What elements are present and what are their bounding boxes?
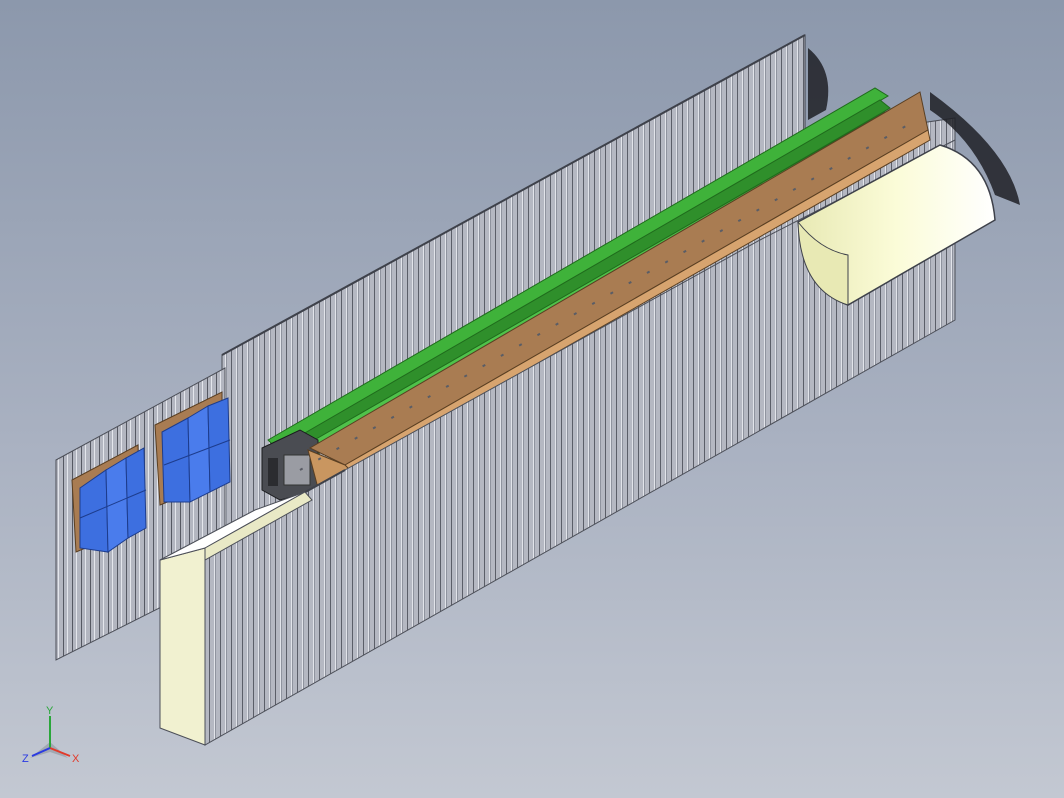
- z-axis-label: Z: [22, 753, 29, 765]
- x-axis-label: X: [72, 753, 80, 765]
- cad-viewport[interactable]: Y X Z: [0, 0, 1064, 798]
- coordinate-triad: Y X Z: [22, 705, 80, 765]
- y-axis-label: Y: [46, 705, 54, 717]
